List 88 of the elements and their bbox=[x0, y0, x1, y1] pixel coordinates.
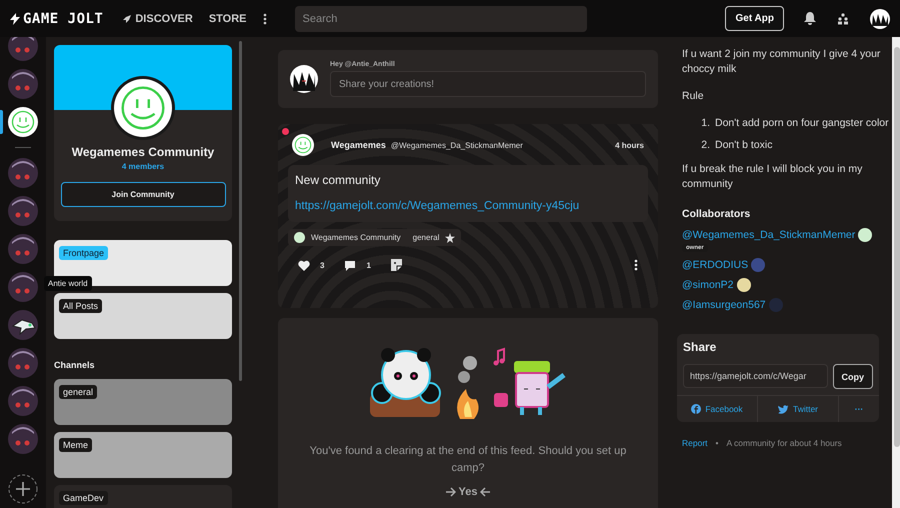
community-avatar bbox=[111, 76, 175, 140]
post-title: New community bbox=[295, 173, 382, 187]
facebook-icon bbox=[691, 404, 702, 414]
collaborator-avatar bbox=[858, 228, 872, 242]
collaborator-link[interactable]: @simonP2 bbox=[682, 279, 734, 291]
sticker-icon[interactable] bbox=[390, 259, 402, 271]
rules-warning: If u break the rule I will block you in my community bbox=[682, 162, 864, 192]
logo[interactable]: GAME JOLT bbox=[23, 10, 104, 26]
collaborator-avatar bbox=[736, 278, 751, 292]
arrow-left-icon bbox=[480, 487, 490, 497]
collaborator-link[interactable]: @ERDODIUS bbox=[682, 259, 748, 271]
author-avatar[interactable] bbox=[292, 134, 314, 156]
bullet-separator: • bbox=[716, 438, 718, 448]
join-button[interactable]: Join Community bbox=[60, 182, 226, 207]
channel-tag: general bbox=[412, 233, 440, 242]
comment-count: 1 bbox=[366, 260, 371, 270]
star-icon bbox=[445, 232, 456, 242]
share-url-field[interactable]: https://gamejolt.com/c/Wegar bbox=[683, 364, 828, 388]
section-heading: Collaborators bbox=[682, 208, 752, 220]
community-avatar[interactable] bbox=[8, 234, 38, 264]
get-app-button[interactable]: Get App bbox=[725, 6, 784, 31]
community-avatar[interactable] bbox=[8, 272, 38, 302]
feed-end-message: You've found a clearing at the end of this feed. Should you set up camp? bbox=[308, 444, 628, 476]
more-icon[interactable] bbox=[634, 259, 638, 271]
user-avatar[interactable] bbox=[870, 8, 890, 28]
bird-icon bbox=[778, 404, 789, 414]
tile-label: All Posts bbox=[59, 299, 102, 313]
tag-chip[interactable]: Wegamemes Community general bbox=[288, 229, 462, 246]
community-avatar[interactable] bbox=[8, 386, 38, 416]
community-avatar[interactable] bbox=[8, 310, 38, 340]
rule-text: Don't b toxic bbox=[715, 138, 772, 152]
rule-text: Don't add porn on four gangster color bbox=[715, 116, 889, 130]
more-share-button[interactable]: ··· bbox=[839, 396, 879, 422]
post-time[interactable]: 4 hours bbox=[615, 140, 644, 150]
tile-label: GameDev bbox=[59, 491, 108, 505]
collaborator-link[interactable]: @Iamsurgeon567 bbox=[682, 299, 766, 311]
add-icon[interactable] bbox=[8, 474, 38, 504]
tile-label: Meme bbox=[59, 438, 92, 452]
collaborator-link[interactable]: @Wegamemes_Da_StickmanMemer bbox=[682, 229, 856, 241]
comment-icon[interactable] bbox=[344, 260, 356, 270]
members-link[interactable]: 4 members bbox=[122, 162, 164, 171]
copy-button[interactable]: Copy bbox=[832, 364, 873, 389]
bolt-icon bbox=[10, 12, 20, 24]
section-heading: Channels bbox=[54, 360, 96, 370]
share-heading: Share bbox=[682, 340, 718, 354]
heart-icon[interactable] bbox=[298, 260, 310, 270]
community-avatar[interactable] bbox=[8, 158, 38, 188]
community-avatar[interactable] bbox=[8, 107, 38, 137]
channel-tile[interactable]: general bbox=[54, 379, 232, 425]
channel-tile[interactable]: GameDev bbox=[54, 485, 232, 508]
rule-number: 1. bbox=[700, 116, 710, 130]
post-link[interactable]: https://gamejolt.com/c/Wegamemes_Community-y45cju bbox=[295, 200, 641, 212]
channel-tile[interactable]: Meme bbox=[54, 432, 232, 478]
collaborator-avatar bbox=[751, 258, 766, 272]
collaborator-avatar bbox=[768, 298, 783, 312]
arrow-right-icon bbox=[446, 487, 456, 497]
yes-button[interactable]: Yes bbox=[440, 485, 496, 499]
bell-icon[interactable] bbox=[804, 12, 816, 25]
search-field[interactable]: Search bbox=[294, 6, 587, 32]
rule-number: 2. bbox=[700, 138, 710, 152]
tile-label: general bbox=[59, 385, 98, 399]
nav-link[interactable]: DISCOVER bbox=[123, 12, 193, 24]
author-name[interactable]: Wegamemes bbox=[331, 140, 386, 150]
page-scrollbar[interactable] bbox=[892, 37, 900, 508]
nav-tile[interactable]: All Posts bbox=[54, 293, 232, 339]
author-handle[interactable]: @Wegamemes_Da_StickmanMemer bbox=[390, 140, 523, 150]
community-avatar[interactable] bbox=[8, 69, 38, 99]
community-tag: Wegamemes Community bbox=[311, 233, 401, 242]
community-avatar[interactable] bbox=[8, 424, 38, 454]
nav-link[interactable]: STORE bbox=[208, 12, 247, 24]
facebook-button[interactable]: Facebook bbox=[677, 396, 758, 422]
more-icon[interactable] bbox=[262, 12, 267, 24]
rules-heading: Rule bbox=[682, 89, 705, 104]
twitter-button[interactable]: Twitter bbox=[758, 396, 839, 422]
community-age: A community for about 4 hours bbox=[726, 438, 842, 448]
post-input[interactable]: Share your creations! bbox=[330, 71, 646, 97]
people-icon[interactable] bbox=[836, 12, 850, 24]
tile-label: Frontpage bbox=[59, 246, 108, 260]
report-link[interactable]: Report bbox=[682, 438, 708, 448]
community-description: If u want 2 join my community I give 4 your choccy milk bbox=[682, 47, 882, 77]
community-name: Wegamemes Community bbox=[72, 145, 214, 159]
like-count: 3 bbox=[320, 260, 324, 270]
rocket-icon bbox=[123, 14, 132, 22]
tooltip: Antie world bbox=[44, 276, 92, 291]
community-avatar[interactable] bbox=[8, 196, 38, 226]
community-avatar[interactable] bbox=[8, 348, 38, 378]
community-icon bbox=[294, 232, 305, 243]
user-avatar bbox=[290, 65, 318, 93]
